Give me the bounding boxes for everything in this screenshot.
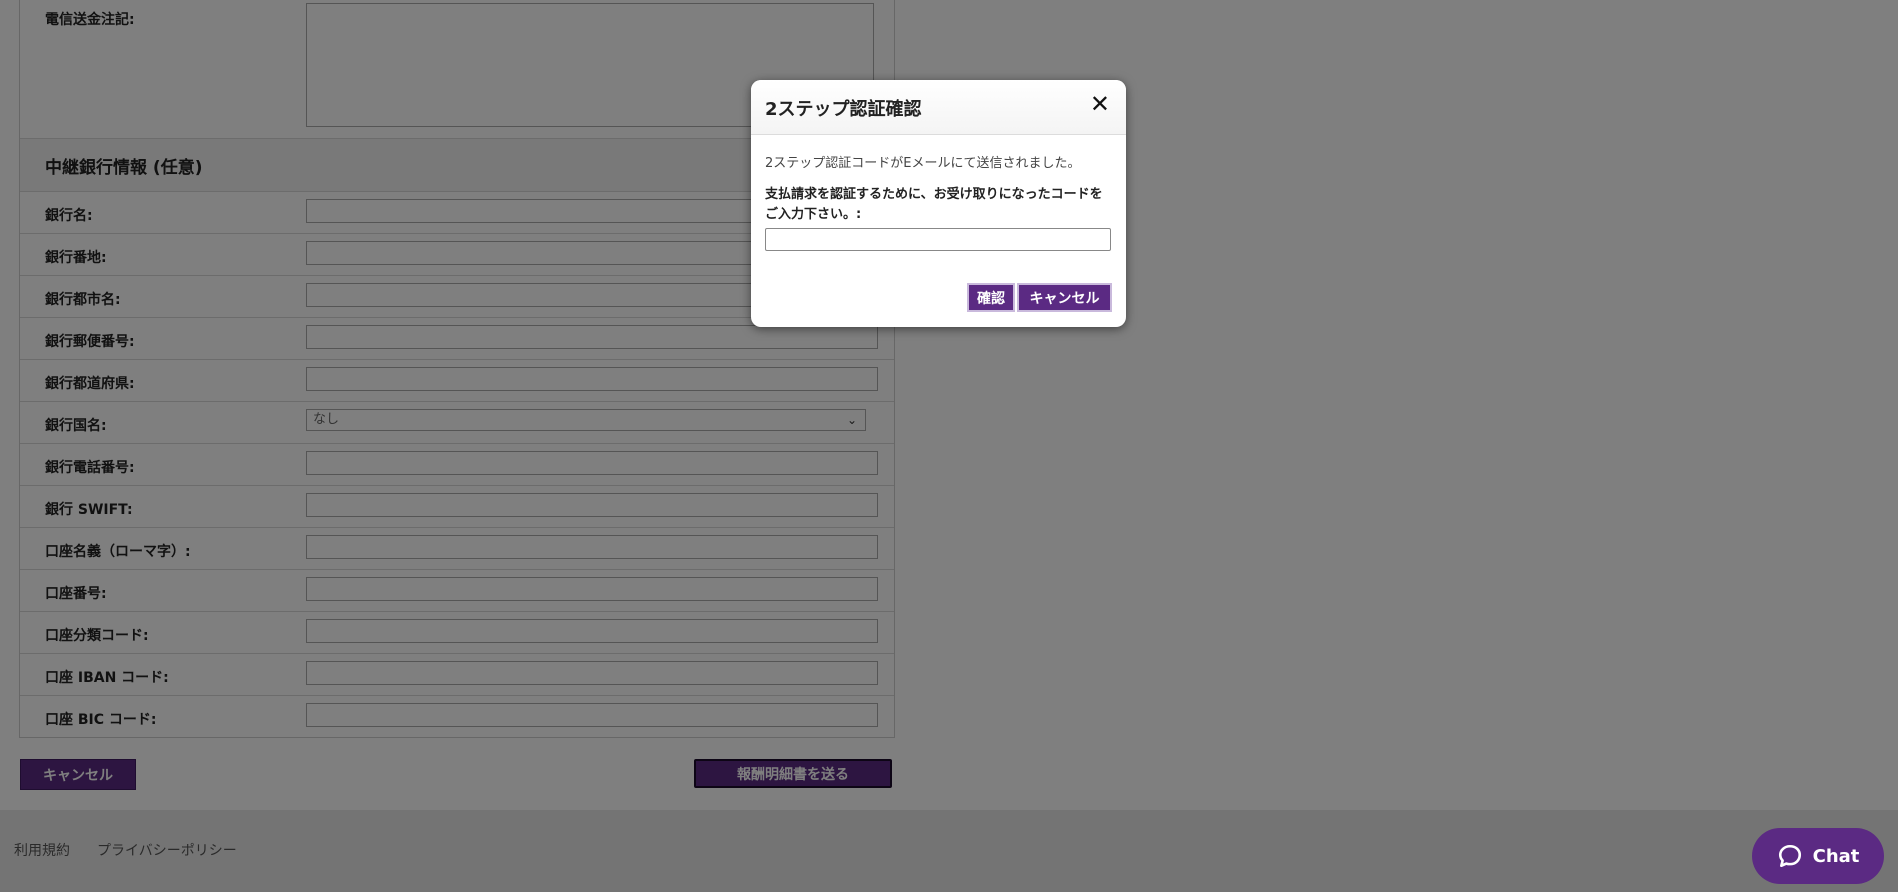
- chat-button[interactable]: Chat: [1752, 828, 1884, 884]
- close-icon[interactable]: ✕: [1090, 92, 1110, 116]
- two-step-verification-dialog: 2ステップ認証確認 ✕ 2ステップ認証コードがEメールにて送信されました。 支払…: [751, 80, 1126, 327]
- dialog-prompt: 支払請求を認証するために、お受け取りになったコードをご入力下さい。:: [765, 187, 1103, 222]
- dialog-header: 2ステップ認証確認 ✕: [751, 80, 1126, 135]
- verification-code-input[interactable]: [765, 228, 1111, 251]
- dialog-message: 2ステップ認証コードがEメールにて送信されました。: [765, 156, 1081, 171]
- chat-label: Chat: [1812, 845, 1860, 867]
- dialog-cancel-button[interactable]: キャンセル: [1017, 283, 1112, 312]
- dialog-title: 2ステップ認証確認: [765, 99, 922, 120]
- confirm-button[interactable]: 確認: [967, 283, 1015, 312]
- chat-bubble-icon: [1778, 844, 1801, 868]
